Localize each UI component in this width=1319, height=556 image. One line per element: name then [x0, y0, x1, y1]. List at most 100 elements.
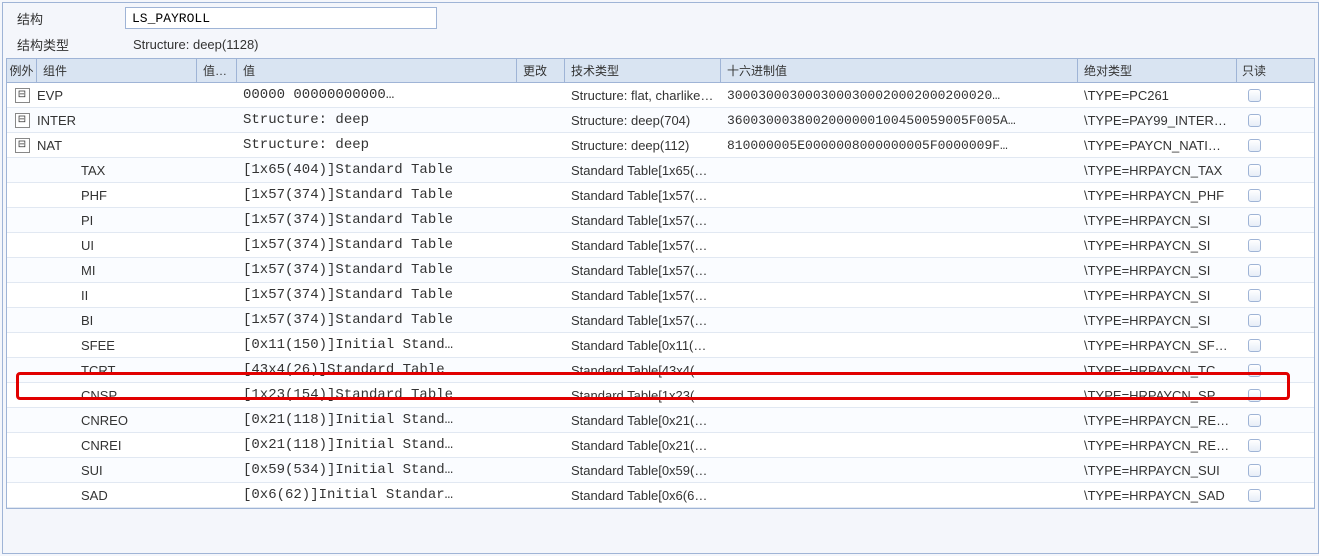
- component-cell[interactable]: CNREO: [37, 411, 197, 430]
- readonly-cell[interactable]: [1237, 137, 1271, 154]
- readonly-cell[interactable]: [1237, 462, 1271, 479]
- checkbox-icon[interactable]: [1248, 239, 1261, 252]
- readonly-cell[interactable]: [1237, 262, 1271, 279]
- component-cell[interactable]: CNSP: [37, 386, 197, 405]
- structure-input[interactable]: [125, 7, 437, 29]
- readonly-cell[interactable]: [1237, 87, 1271, 104]
- collapse-icon[interactable]: ⊟: [15, 88, 30, 103]
- component-cell[interactable]: PI: [37, 211, 197, 230]
- checkbox-icon[interactable]: [1248, 189, 1261, 202]
- table-row[interactable]: BI[1x57(374)]Standard TableStandard Tabl…: [7, 308, 1314, 333]
- value-cell[interactable]: [1x23(154)]Standard Table: [237, 385, 517, 405]
- checkbox-icon[interactable]: [1248, 89, 1261, 102]
- value-cell[interactable]: [1x57(374)]Standard Table: [237, 310, 517, 330]
- checkbox-icon[interactable]: [1248, 214, 1261, 227]
- checkbox-icon[interactable]: [1248, 389, 1261, 402]
- value-cell[interactable]: [1x57(374)]Standard Table: [237, 285, 517, 305]
- table-row[interactable]: SAD[0x6(62)]Initial Standar…Standard Tab…: [7, 483, 1314, 508]
- table-row[interactable]: CNSP[1x23(154)]Standard TableStandard Ta…: [7, 383, 1314, 408]
- checkbox-icon[interactable]: [1248, 139, 1261, 152]
- value-cell[interactable]: [0x59(534)]Initial Stand…: [237, 460, 517, 480]
- readonly-cell[interactable]: [1237, 112, 1271, 129]
- value-cell[interactable]: [1x57(374)]Standard Table: [237, 260, 517, 280]
- table-row[interactable]: CNREI[0x21(118)]Initial Stand…Standard T…: [7, 433, 1314, 458]
- readonly-cell[interactable]: [1237, 437, 1271, 454]
- component-cell[interactable]: SAD: [37, 486, 197, 505]
- expand-toggle[interactable]: ⊟: [7, 136, 37, 155]
- component-cell[interactable]: BI: [37, 311, 197, 330]
- checkbox-icon[interactable]: [1248, 414, 1261, 427]
- checkbox-icon[interactable]: [1248, 489, 1261, 502]
- component-cell[interactable]: INTER: [37, 111, 197, 130]
- readonly-cell[interactable]: [1237, 362, 1271, 379]
- checkbox-icon[interactable]: [1248, 339, 1261, 352]
- col-valshort[interactable]: 值…: [197, 59, 237, 82]
- component-cell[interactable]: SFEE: [37, 336, 197, 355]
- table-row[interactable]: SUI[0x59(534)]Initial Stand…Standard Tab…: [7, 458, 1314, 483]
- value-cell[interactable]: [1x57(374)]Standard Table: [237, 210, 517, 230]
- component-cell[interactable]: II: [37, 286, 197, 305]
- readonly-cell[interactable]: [1237, 162, 1271, 179]
- readonly-cell[interactable]: [1237, 312, 1271, 329]
- checkbox-icon[interactable]: [1248, 464, 1261, 477]
- component-cell[interactable]: EVP: [37, 86, 197, 105]
- value-cell[interactable]: [1x57(374)]Standard Table: [237, 235, 517, 255]
- col-value[interactable]: 值: [237, 59, 517, 82]
- value-cell[interactable]: 00000 00000000000…: [237, 85, 517, 105]
- component-cell[interactable]: MI: [37, 261, 197, 280]
- readonly-cell[interactable]: [1237, 487, 1271, 504]
- collapse-icon[interactable]: ⊟: [15, 113, 30, 128]
- checkbox-icon[interactable]: [1248, 264, 1261, 277]
- value-cell[interactable]: [0x6(62)]Initial Standar…: [237, 485, 517, 505]
- checkbox-icon[interactable]: [1248, 439, 1261, 452]
- readonly-cell[interactable]: [1237, 237, 1271, 254]
- table-row[interactable]: SFEE[0x11(150)]Initial Stand…Standard Ta…: [7, 333, 1314, 358]
- table-row[interactable]: PHF[1x57(374)]Standard TableStandard Tab…: [7, 183, 1314, 208]
- expand-toggle[interactable]: ⊟: [7, 86, 37, 105]
- expand-toggle[interactable]: ⊟: [7, 111, 37, 130]
- col-component[interactable]: 组件: [37, 59, 197, 82]
- checkbox-icon[interactable]: [1248, 364, 1261, 377]
- table-row[interactable]: ⊟NATStructure: deepStructure: deep(112)8…: [7, 133, 1314, 158]
- col-abstype[interactable]: 绝对类型: [1078, 59, 1237, 82]
- table-row[interactable]: MI[1x57(374)]Standard TableStandard Tabl…: [7, 258, 1314, 283]
- component-cell[interactable]: TCRT: [37, 361, 197, 380]
- table-row[interactable]: ⊟EVP00000 00000000000…Structure: flat, c…: [7, 83, 1314, 108]
- value-cell[interactable]: Structure: deep: [237, 110, 517, 130]
- table-row[interactable]: CNREO[0x21(118)]Initial Stand…Standard T…: [7, 408, 1314, 433]
- component-cell[interactable]: CNREI: [37, 436, 197, 455]
- component-cell[interactable]: TAX: [37, 161, 197, 180]
- table-row[interactable]: PI[1x57(374)]Standard TableStandard Tabl…: [7, 208, 1314, 233]
- component-cell[interactable]: PHF: [37, 186, 197, 205]
- readonly-cell[interactable]: [1237, 387, 1271, 404]
- readonly-cell[interactable]: [1237, 212, 1271, 229]
- value-cell[interactable]: Structure: deep: [237, 135, 517, 155]
- table-row[interactable]: TCRT[43x4(26)]Standard TableStandard Tab…: [7, 358, 1314, 383]
- value-cell[interactable]: [0x21(118)]Initial Stand…: [237, 435, 517, 455]
- component-cell[interactable]: SUI: [37, 461, 197, 480]
- component-cell[interactable]: NAT: [37, 136, 197, 155]
- table-row[interactable]: UI[1x57(374)]Standard TableStandard Tabl…: [7, 233, 1314, 258]
- readonly-cell[interactable]: [1237, 337, 1271, 354]
- component-cell[interactable]: UI: [37, 236, 197, 255]
- table-row[interactable]: II[1x57(374)]Standard TableStandard Tabl…: [7, 283, 1314, 308]
- value-cell[interactable]: [0x21(118)]Initial Stand…: [237, 410, 517, 430]
- col-exception[interactable]: 例外: [7, 59, 37, 82]
- table-row[interactable]: ⊟INTERStructure: deepStructure: deep(704…: [7, 108, 1314, 133]
- collapse-icon[interactable]: ⊟: [15, 138, 30, 153]
- col-change[interactable]: 更改: [517, 59, 565, 82]
- value-cell[interactable]: [1x57(374)]Standard Table: [237, 185, 517, 205]
- checkbox-icon[interactable]: [1248, 164, 1261, 177]
- checkbox-icon[interactable]: [1248, 114, 1261, 127]
- value-cell[interactable]: [0x11(150)]Initial Stand…: [237, 335, 517, 355]
- checkbox-icon[interactable]: [1248, 289, 1261, 302]
- readonly-cell[interactable]: [1237, 412, 1271, 429]
- checkbox-icon[interactable]: [1248, 314, 1261, 327]
- col-techtype[interactable]: 技术类型: [565, 59, 721, 82]
- value-cell[interactable]: [1x65(404)]Standard Table: [237, 160, 517, 180]
- col-readonly[interactable]: 只读: [1237, 59, 1271, 82]
- table-row[interactable]: TAX[1x65(404)]Standard TableStandard Tab…: [7, 158, 1314, 183]
- readonly-cell[interactable]: [1237, 287, 1271, 304]
- readonly-cell[interactable]: [1237, 187, 1271, 204]
- col-hex[interactable]: 十六进制值: [721, 59, 1078, 82]
